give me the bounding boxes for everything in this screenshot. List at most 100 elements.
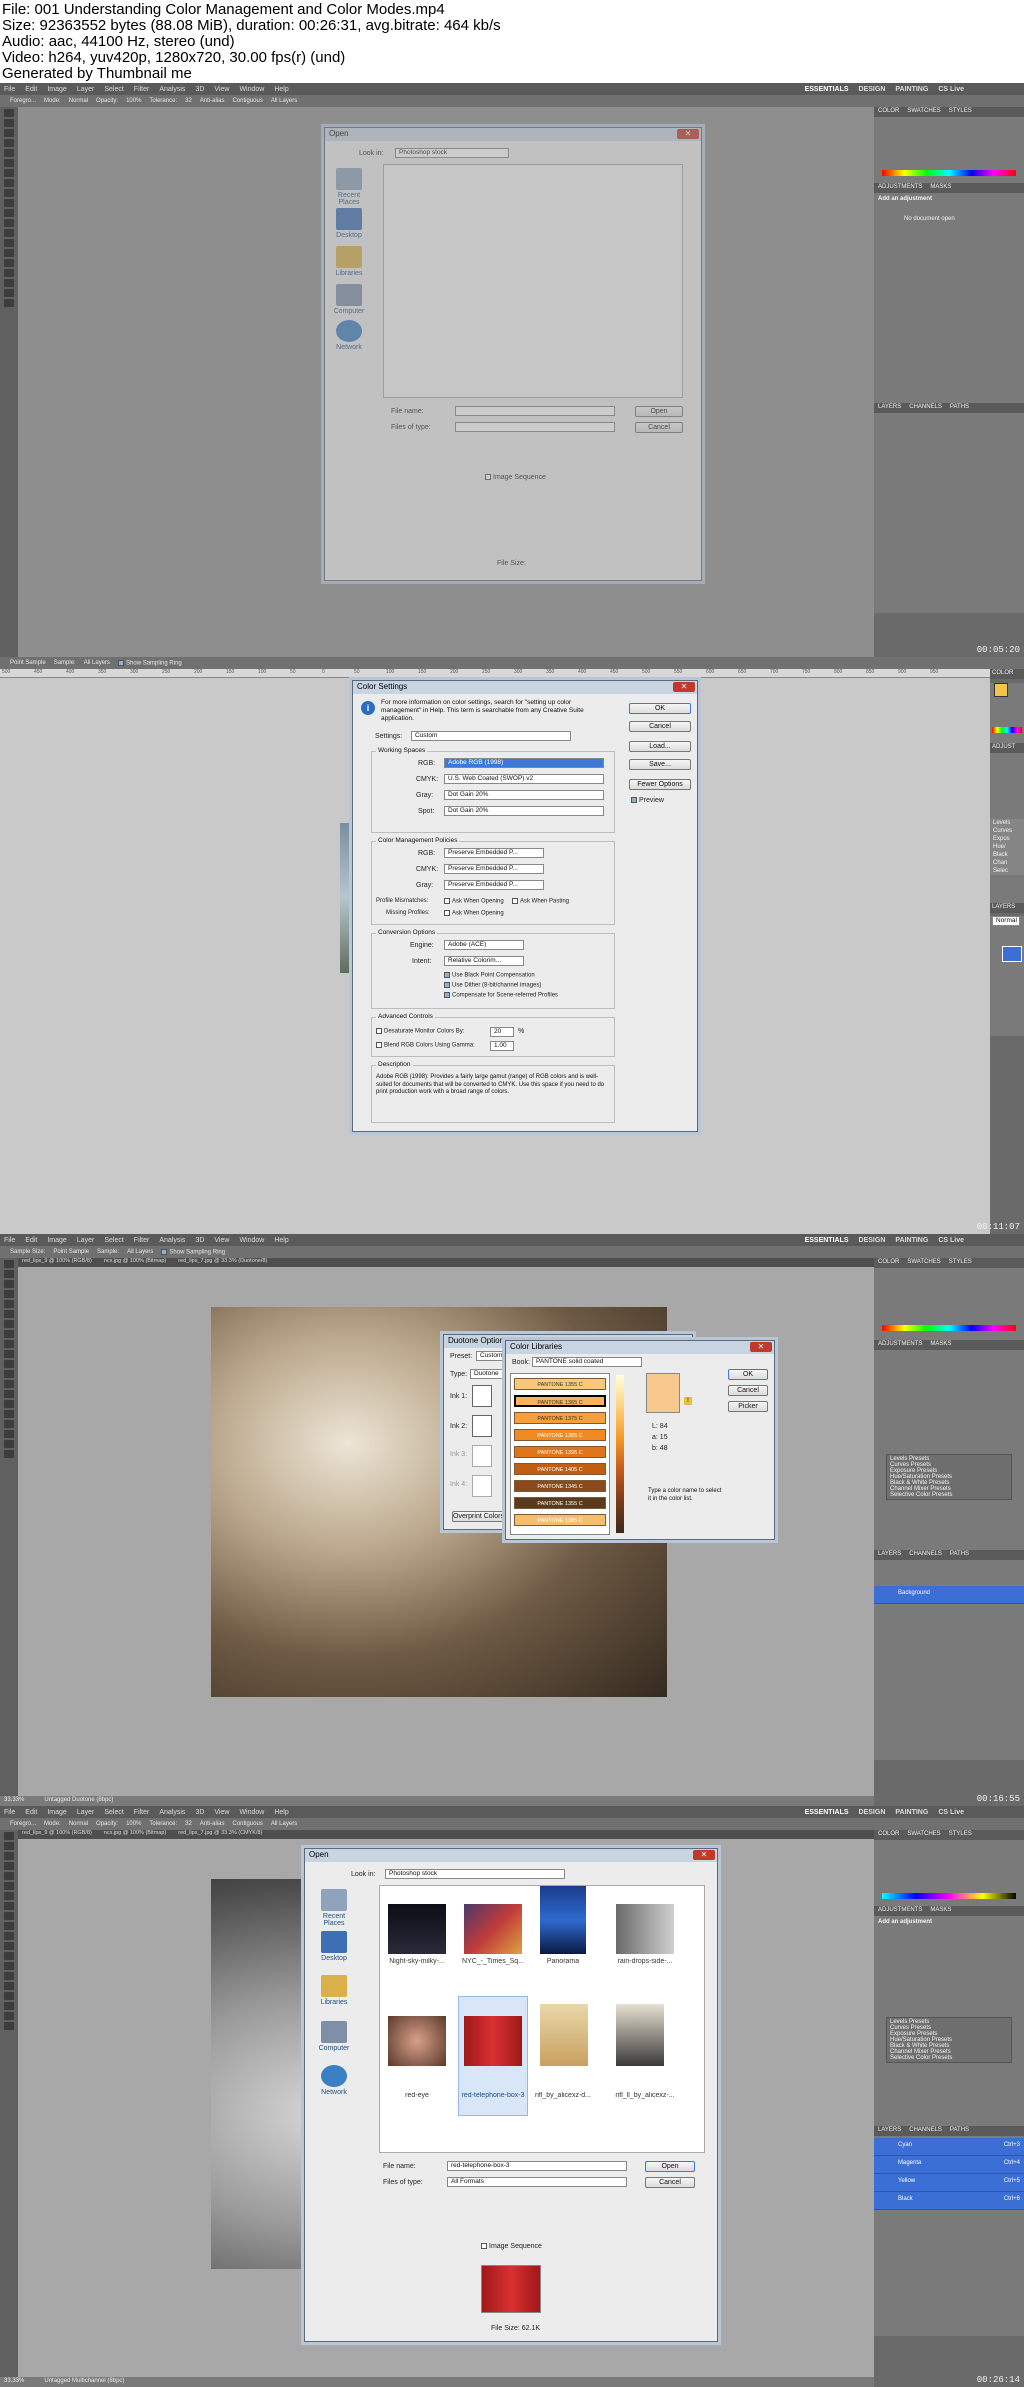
tab-paths[interactable]: PATHS: [950, 1551, 969, 1559]
menu-image[interactable]: Image: [47, 1809, 66, 1816]
file-thumb-rifl[interactable]: [540, 2004, 588, 2066]
cancel-button[interactable]: Cancel: [645, 2177, 695, 2188]
option-item[interactable]: Point Sample: [10, 660, 46, 666]
file-thumb-rain-drops[interactable]: [616, 1904, 674, 1954]
tool-icon[interactable]: [4, 149, 14, 157]
preset-item[interactable]: Chan: [990, 859, 1024, 867]
fewer-options-button[interactable]: Fewer Options: [629, 779, 691, 790]
file-name[interactable]: red-eye: [382, 2092, 452, 2099]
option-item[interactable]: Foregro...: [10, 1821, 36, 1827]
tool-icon[interactable]: [4, 1430, 14, 1438]
intent-select[interactable]: Relative Colorim...: [444, 956, 524, 966]
look-in-select[interactable]: Photoshop stock: [385, 1869, 565, 1879]
tool-icon[interactable]: [4, 239, 14, 247]
option-item[interactable]: 100%: [126, 98, 141, 104]
menu-file[interactable]: File: [4, 1809, 15, 1816]
tab-swatches[interactable]: SWATCHES: [907, 1831, 940, 1839]
cancel-button[interactable]: Cancel: [635, 422, 683, 433]
menu-help[interactable]: Help: [274, 86, 288, 93]
doc-tab[interactable]: red_lips_7.jpg @ 33.3% (Duotone/8): [178, 1258, 267, 1267]
tool-icon[interactable]: [4, 139, 14, 147]
workspace-painting[interactable]: PAINTING: [895, 1809, 928, 1816]
pantone-swatch[interactable]: PANTONE 1365 C: [514, 1395, 606, 1407]
tab-color[interactable]: COLOR: [878, 108, 899, 116]
place-libraries[interactable]: Libraries: [313, 1975, 355, 2006]
workspace-design[interactable]: DESIGN: [859, 1809, 886, 1816]
tool-icon[interactable]: [4, 1350, 14, 1358]
tool-icon[interactable]: [4, 289, 14, 297]
tool-icon[interactable]: [4, 1942, 14, 1950]
tool-icon[interactable]: [4, 259, 14, 267]
file-name[interactable]: NYC_-_Times_Sq...: [458, 1958, 528, 1965]
engine-select[interactable]: Adobe (ACE): [444, 940, 524, 950]
pantone-swatch[interactable]: PANTONE 1345 C: [514, 1480, 606, 1492]
tool-icon[interactable]: [4, 1992, 14, 2000]
tool-icon[interactable]: [4, 1832, 14, 1840]
pantone-swatch[interactable]: PANTONE 1355 C: [514, 1497, 606, 1509]
workspace-painting[interactable]: PAINTING: [895, 1237, 928, 1244]
save-button[interactable]: Save...: [629, 759, 691, 770]
menu-analysis[interactable]: Analysis: [159, 1809, 185, 1816]
tool-icon[interactable]: [4, 1872, 14, 1880]
tool-icon[interactable]: [4, 1952, 14, 1960]
close-icon[interactable]: ✕: [673, 682, 695, 692]
pantone-swatch[interactable]: PANTONE 1405 C: [514, 1463, 606, 1475]
cs-live[interactable]: CS Live: [938, 1237, 964, 1244]
option-item[interactable]: Show Sampling Ring: [161, 1248, 225, 1255]
tool-icon[interactable]: [4, 1370, 14, 1378]
place-recent[interactable]: Recent Places: [313, 1889, 355, 1927]
preset-item[interactable]: Selective Color Presets: [890, 1492, 1008, 1498]
settings-select[interactable]: Custom: [411, 731, 571, 741]
blend-gamma-input[interactable]: 1.00: [490, 1041, 514, 1051]
tab-swatches[interactable]: SWATCHES: [907, 108, 940, 116]
option-item[interactable]: All Layers: [271, 98, 297, 104]
file-name[interactable]: rifl_by_alicexz-d...: [528, 2092, 598, 2099]
tool-icon[interactable]: [4, 1902, 14, 1910]
tool-icon[interactable]: [4, 1360, 14, 1368]
image-sequence-checkbox[interactable]: Image Sequence: [481, 2243, 542, 2250]
tool-icon[interactable]: [4, 189, 14, 197]
file-list[interactable]: Night-sky-milky-... NYC_-_Times_Sq... Pa…: [379, 1885, 705, 2153]
picker-button[interactable]: Picker: [728, 1401, 768, 1412]
image-sequence-checkbox[interactable]: Image Sequence: [485, 474, 546, 481]
files-of-type-select[interactable]: [455, 422, 615, 432]
tab-color[interactable]: COLOR: [990, 669, 1024, 679]
place-libraries[interactable]: Libraries: [329, 246, 369, 277]
menu-view[interactable]: View: [214, 86, 229, 93]
tool-icon[interactable]: [4, 1922, 14, 1930]
channel-row-yellow[interactable]: Yellow Ctrl+5: [874, 2174, 1024, 2192]
tool-icon[interactable]: [4, 1400, 14, 1408]
preset-item[interactable]: Black: [990, 851, 1024, 859]
menu-select[interactable]: Select: [104, 1809, 123, 1816]
doc-tab[interactable]: ncx.jpg @ 100% (Bitmap): [104, 1830, 166, 1839]
tool-icon[interactable]: [4, 1892, 14, 1900]
tool-icon[interactable]: [4, 1440, 14, 1448]
tab-adjustments[interactable]: ADJUSTMENTS: [878, 1341, 922, 1349]
menu-image[interactable]: Image: [47, 86, 66, 93]
pantone-swatch[interactable]: PANTONE 1365 C: [514, 1514, 606, 1526]
preset-item[interactable]: Hue/: [990, 843, 1024, 851]
tool-icon[interactable]: [4, 159, 14, 167]
place-desktop[interactable]: Desktop: [329, 208, 369, 239]
menu-3d[interactable]: 3D: [195, 86, 204, 93]
ok-button[interactable]: OK: [728, 1369, 768, 1380]
tool-icon[interactable]: [4, 249, 14, 257]
tool-icon[interactable]: [4, 1330, 14, 1338]
file-list[interactable]: [383, 164, 683, 398]
preset-item[interactable]: Curves: [990, 827, 1024, 835]
option-item[interactable]: Show Sampling Ring: [118, 659, 182, 666]
blend-gamma-checkbox[interactable]: Blend RGB Colors Using Gamma:: [376, 1042, 475, 1049]
file-name[interactable]: rifl_ll_by_alicexz-...: [610, 2092, 680, 2099]
files-of-type-select[interactable]: All Formats: [447, 2177, 627, 2187]
option-item[interactable]: 100%: [126, 1821, 141, 1827]
tab-layers[interactable]: LAYERS: [878, 404, 901, 412]
type-select[interactable]: Duotone: [470, 1369, 510, 1379]
menu-view[interactable]: View: [214, 1237, 229, 1244]
workspace-design[interactable]: DESIGN: [859, 86, 886, 93]
place-network[interactable]: Network: [329, 320, 369, 351]
pol-gray-select[interactable]: Preserve Embedded P...: [444, 880, 544, 890]
option-item[interactable]: 32: [185, 98, 192, 104]
workspace-essentials[interactable]: ESSENTIALS: [805, 1237, 849, 1244]
tab-paths[interactable]: PATHS: [950, 404, 969, 412]
tab-styles[interactable]: STYLES: [949, 1259, 972, 1267]
